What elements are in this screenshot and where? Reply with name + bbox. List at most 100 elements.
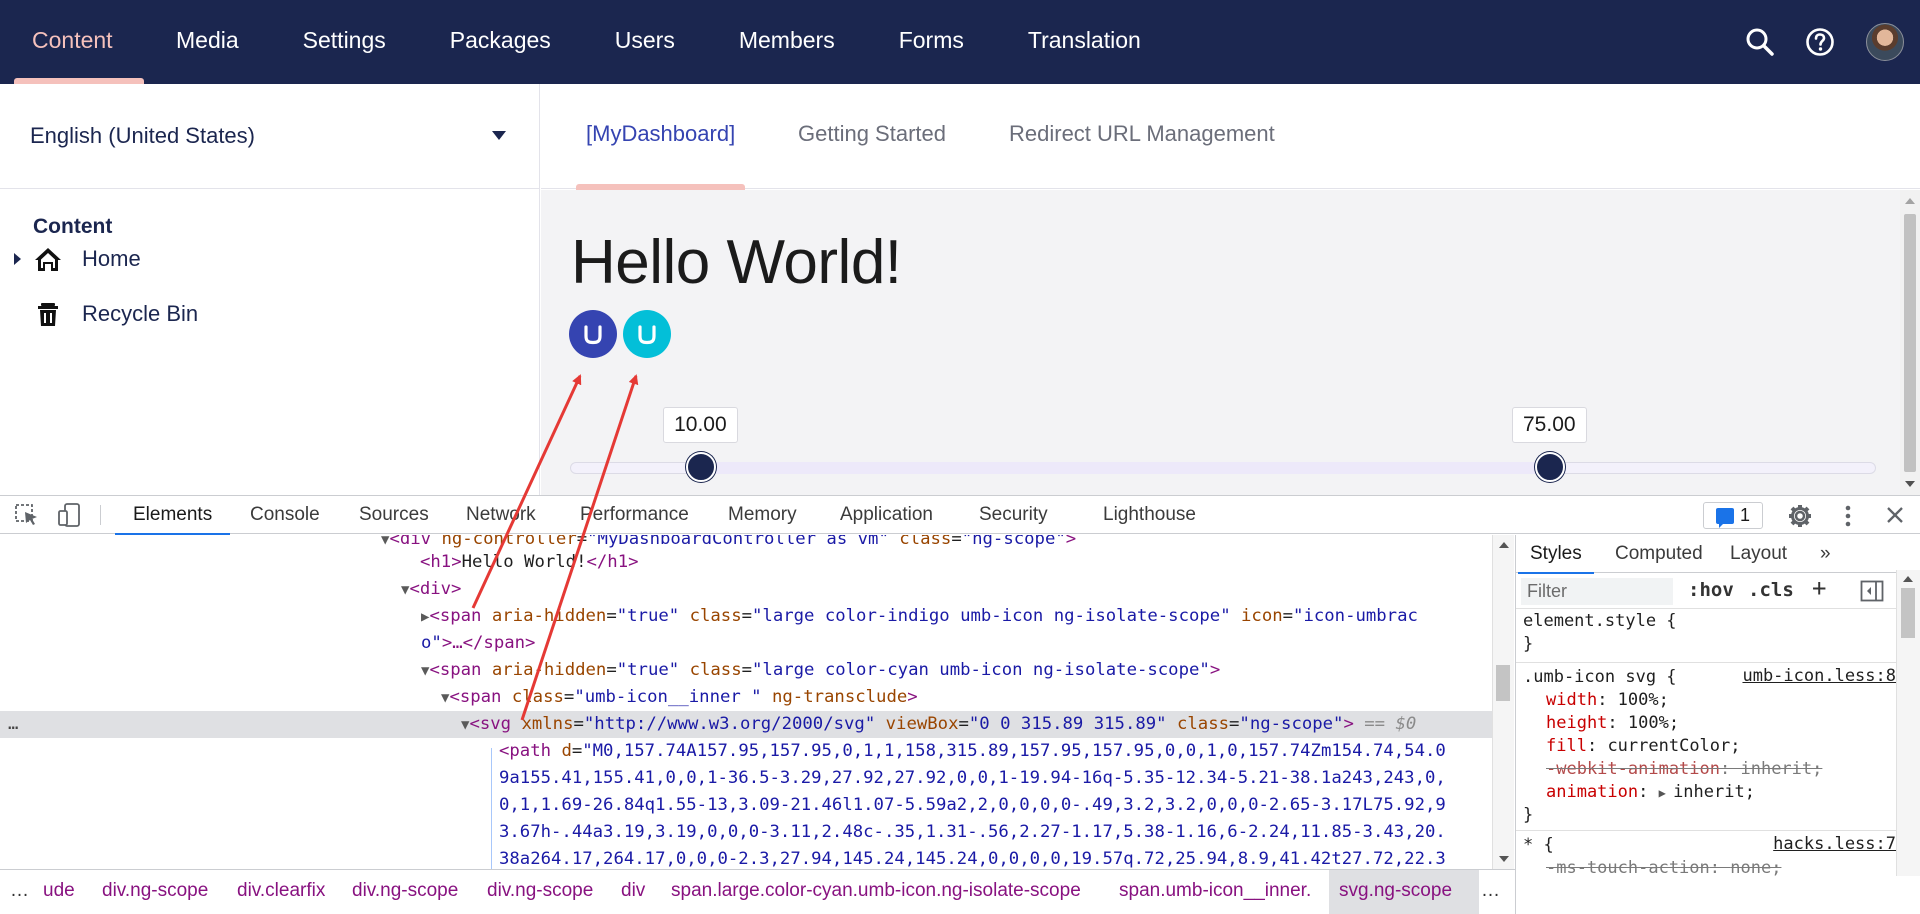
css-declaration[interactable]: animation: ▶ inherit;	[1546, 781, 1755, 804]
dom-node-span-indigo[interactable]: ▶<span aria-hidden="true" class="large c…	[0, 603, 1492, 630]
tab-styles[interactable]: Styles	[1518, 535, 1594, 574]
more-options-icon[interactable]	[1840, 503, 1856, 529]
scroll-down-icon[interactable]	[1499, 856, 1509, 862]
nav-settings[interactable]: Settings	[271, 0, 418, 84]
tab-console[interactable]: Console	[232, 496, 338, 534]
rule-source-link[interactable]: hacks.less:7	[1773, 834, 1896, 854]
search-button[interactable]	[1730, 0, 1790, 84]
nav-members[interactable]: Members	[707, 0, 867, 84]
settings-gear-icon[interactable]	[1787, 503, 1813, 529]
tree-item-recycle-bin[interactable]: Recycle Bin	[0, 294, 540, 334]
nav-translation[interactable]: Translation	[996, 0, 1173, 84]
breadcrumb-item-selected[interactable]: svg.ng-scope	[1339, 880, 1452, 902]
breadcrumb-item[interactable]: div.ng-scope	[352, 880, 458, 902]
tab-memory[interactable]: Memory	[710, 496, 815, 534]
rule-selector[interactable]: .umb-icon svg {	[1523, 666, 1677, 689]
tab-application[interactable]: Application	[822, 496, 951, 534]
breadcrumb-item[interactable]: div.clearfix	[237, 880, 325, 902]
more-tabs-chevron[interactable]: »	[1808, 535, 1843, 573]
nav-forms[interactable]: Forms	[867, 0, 996, 84]
scroll-up-icon[interactable]	[1499, 542, 1509, 548]
css-value: inherit;	[1673, 782, 1755, 802]
breadcrumb-item[interactable]: ude	[43, 880, 75, 902]
tab-lighthouse[interactable]: Lighthouse	[1085, 496, 1214, 534]
code-token: "true"	[616, 606, 680, 626]
breadcrumb-item[interactable]: div.ng-scope	[487, 880, 593, 902]
dom-node-span-indigo-cont[interactable]: o">…</span>	[0, 630, 1492, 657]
breadcrumb-more-left[interactable]: …	[10, 880, 29, 902]
scroll-up-icon[interactable]	[1903, 576, 1913, 582]
dom-node-h1[interactable]: <h1>Hello World!</h1>	[0, 549, 1492, 576]
tree-item-home[interactable]: Home	[0, 239, 540, 279]
dom-node-path-cont[interactable]: 3.67h-.44a3.19,3.19,0,0,0-3.11,2.48c-.35…	[0, 819, 1492, 846]
elements-scrollbar[interactable]	[1492, 535, 1514, 869]
dashboard-scrollbar[interactable]	[1900, 190, 1920, 495]
tab-redirect-url-management[interactable]: Redirect URL Management	[1009, 84, 1275, 189]
nav-content[interactable]: Content	[0, 0, 144, 84]
dom-node-path-cont[interactable]: 0,1,1.69-26.84q1.55-13,3.09-21.46l1.07-5…	[0, 792, 1492, 819]
toggle-sidebar-icon[interactable]	[1860, 580, 1884, 602]
main-nav: Content Media Settings Packages Users Me…	[0, 0, 1173, 84]
dom-node-path-cont[interactable]: 38a264.17,264.17,0,0,0-2.3,27.94,145.24,…	[0, 846, 1492, 869]
dom-node-span-cyan[interactable]: ▼<span aria-hidden="true" class="large c…	[0, 657, 1492, 684]
tab-network[interactable]: Network	[448, 496, 554, 534]
expand-triangle-icon[interactable]: ▶	[1659, 786, 1673, 800]
dom-node-div[interactable]: ▼<div>	[0, 576, 1492, 603]
tab-performance[interactable]: Performance	[562, 496, 707, 534]
nav-packages[interactable]: Packages	[418, 0, 583, 84]
inspect-element-icon[interactable]	[14, 503, 40, 527]
tab-layout[interactable]: Layout	[1718, 535, 1799, 573]
scroll-thumb[interactable]	[1904, 214, 1916, 472]
code-token: viewBox	[885, 714, 959, 734]
code-token: 9a155.41,155.41,0,0,1-36.5-3.29,27.92,27…	[499, 768, 1446, 788]
issues-badge[interactable]: 1	[1703, 502, 1763, 529]
language-selector[interactable]: English (United States)	[0, 84, 540, 189]
device-toolbar-icon[interactable]	[57, 503, 83, 527]
styles-scrollbar[interactable]	[1896, 570, 1920, 876]
css-declaration[interactable]: height: 100%;	[1546, 712, 1679, 735]
breadcrumb-more-right[interactable]: …	[1481, 880, 1500, 902]
element-style-selector[interactable]: element.style {	[1523, 610, 1677, 633]
tab-getting-started[interactable]: Getting Started	[798, 84, 946, 189]
rule-source-link[interactable]: umb-icon.less:8	[1742, 666, 1896, 686]
scroll-down-icon[interactable]	[1905, 481, 1915, 487]
slider-low-handle[interactable]	[685, 452, 716, 482]
css-declaration[interactable]: width: 100%;	[1546, 689, 1669, 712]
hover-state-toggle[interactable]: :hov	[1688, 579, 1734, 601]
code-token: "ng-scope"	[961, 535, 1066, 549]
tab-sources[interactable]: Sources	[341, 496, 447, 534]
node-actions-dots[interactable]: …	[8, 711, 18, 738]
breadcrumb-item[interactable]: div	[621, 880, 645, 902]
css-declaration[interactable]: fill: currentColor;	[1546, 735, 1741, 758]
nav-media[interactable]: Media	[144, 0, 271, 84]
close-devtools-icon[interactable]	[1885, 505, 1905, 525]
class-toggle[interactable]: .cls	[1748, 579, 1794, 601]
scroll-up-icon[interactable]	[1905, 198, 1915, 204]
scroll-thumb[interactable]	[1496, 665, 1510, 701]
tab-elements[interactable]: Elements	[115, 496, 231, 535]
tab-mydashboard[interactable]: [MyDashboard]	[575, 84, 746, 190]
scroll-thumb[interactable]	[1901, 588, 1915, 638]
code-token: o"	[421, 633, 442, 653]
code-token: "large color-cyan umb-icon ng-isolate-sc…	[752, 660, 1210, 680]
dom-node-span-inner[interactable]: ▼<span class="umb-icon__inner " ng-trans…	[0, 684, 1492, 711]
css-declaration-overridden[interactable]: -ms-touch-action: none;	[1546, 857, 1781, 880]
tab-computed[interactable]: Computed	[1603, 535, 1715, 573]
dom-node-svg-selected[interactable]: … ▼<svg xmlns="http://www.w3.org/2000/svg…	[0, 711, 1492, 738]
dom-node-path-cont[interactable]: 9a155.41,155.41,0,0,1-36.5-3.29,27.92,27…	[0, 765, 1492, 792]
styles-filter-input[interactable]	[1521, 578, 1673, 605]
breadcrumb-item[interactable]: span.umb-icon__inner.	[1119, 880, 1311, 902]
css-declaration-overridden[interactable]: -webkit-animation: inherit;	[1546, 758, 1822, 781]
new-rule-button[interactable]: +	[1812, 574, 1826, 602]
breadcrumb-item[interactable]: div.ng-scope	[102, 880, 208, 902]
nav-users[interactable]: Users	[583, 0, 707, 84]
rule-selector[interactable]: * {	[1523, 834, 1554, 857]
expand-arrow-icon[interactable]	[14, 253, 21, 265]
breadcrumb-item[interactable]: span.large.color-cyan.umb-icon.ng-isolat…	[671, 880, 1081, 902]
code-token: 3.67h-.44a3.19,3.19,0,0,0-3.11,2.48c-.35…	[499, 822, 1446, 842]
user-avatar-button[interactable]	[1850, 0, 1920, 84]
tab-security[interactable]: Security	[961, 496, 1066, 534]
slider-high-handle[interactable]	[1534, 452, 1565, 482]
help-button[interactable]	[1790, 0, 1850, 84]
dom-node-path[interactable]: <path d="M0,157.74A157.95,157.95,0,1,1,1…	[0, 738, 1492, 765]
